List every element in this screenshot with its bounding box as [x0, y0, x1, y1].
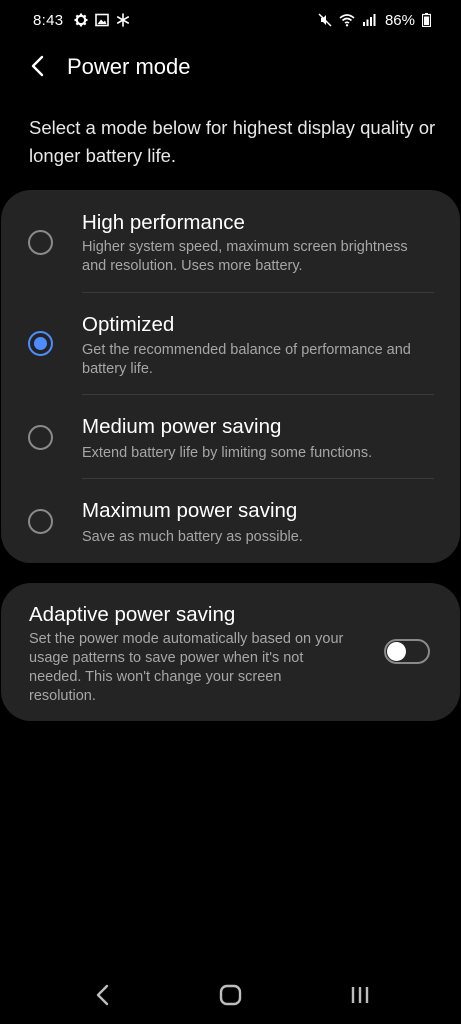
mode-description: Get the recommended balance of performan…	[82, 342, 411, 377]
home-icon	[219, 984, 242, 1006]
nav-recents-button[interactable]	[346, 980, 376, 1010]
radio-maximum-power-saving[interactable]	[28, 509, 53, 534]
battery-icon	[422, 13, 431, 27]
page-description: Select a mode below for highest display …	[29, 117, 436, 166]
wifi-icon	[339, 14, 355, 27]
adaptive-title: Adaptive power saving	[29, 603, 236, 626]
radio-medium-power-saving[interactable]	[28, 425, 53, 450]
mode-description: Extend battery life by limiting some fun…	[82, 445, 373, 461]
header: Power mode	[0, 44, 461, 88]
back-nav-icon	[96, 984, 109, 1006]
navigation-bar	[0, 970, 461, 1020]
mode-high-performance[interactable]: High performance Higher system speed, ma…	[1, 208, 460, 292]
nav-back-button[interactable]	[88, 980, 118, 1010]
signal-icon	[362, 14, 376, 26]
mode-title: Optimized	[82, 313, 175, 336]
status-right: 86%	[318, 12, 431, 29]
settings-icon	[74, 13, 88, 27]
mode-description: Save as much battery as possible.	[82, 529, 303, 545]
adaptive-power-saving-card[interactable]: Adaptive power saving Set the power mode…	[1, 583, 460, 721]
chevron-left-icon	[31, 55, 44, 77]
mode-optimized[interactable]: Optimized Get the recommended balance of…	[1, 310, 460, 394]
status-bar: 8:43 86%	[0, 0, 461, 40]
mode-title: High performance	[82, 211, 245, 234]
nav-home-button[interactable]	[216, 980, 246, 1010]
power-modes-card: High performance Higher system speed, ma…	[1, 190, 460, 563]
mode-maximum-power-saving[interactable]: Maximum power saving Save as much batter…	[1, 496, 460, 556]
recents-icon	[351, 987, 369, 1003]
divider	[82, 394, 434, 395]
page-title: Power mode	[67, 54, 191, 79]
snowflake-icon	[117, 13, 130, 27]
mode-title: Maximum power saving	[82, 499, 298, 522]
radio-optimized[interactable]	[28, 331, 53, 356]
back-button[interactable]	[24, 52, 52, 80]
divider	[82, 478, 434, 479]
adaptive-description: Set the power mode automatically based o…	[29, 631, 344, 704]
mute-icon	[318, 13, 332, 27]
battery-percentage: 86%	[384, 11, 415, 29]
status-time: 8:43	[33, 11, 64, 29]
divider	[82, 292, 434, 293]
mode-title: Medium power saving	[82, 415, 282, 438]
radio-high-performance[interactable]	[28, 230, 53, 255]
mode-medium-power-saving[interactable]: Medium power saving Extend battery life …	[1, 412, 460, 478]
adaptive-power-saving-toggle[interactable]	[384, 639, 430, 664]
image-icon	[95, 13, 110, 27]
status-left: 8:43	[33, 12, 130, 29]
toggle-knob	[387, 642, 406, 661]
mode-description: Higher system speed, maximum screen brig…	[82, 239, 408, 274]
